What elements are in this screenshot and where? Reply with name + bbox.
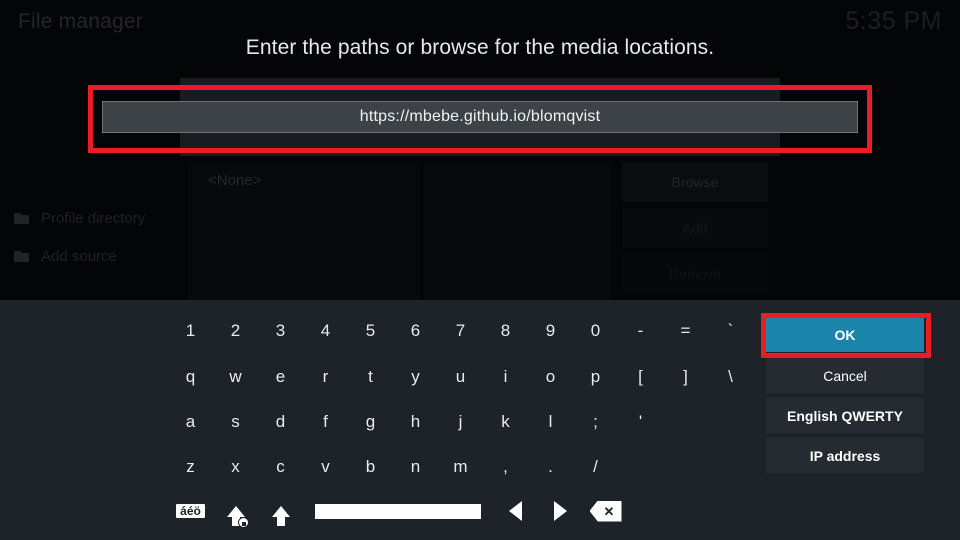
key-apostrophe[interactable]: ': [618, 404, 663, 440]
add-button[interactable]: Add: [622, 208, 768, 248]
arrow-stem: [276, 516, 285, 526]
clock: 5:35 PM: [845, 7, 942, 35]
ok-button[interactable]: OK: [766, 318, 924, 352]
caps-lock-icon: [226, 505, 249, 528]
keyboard-row-2: q w e r t y u i o p [ ] \: [168, 359, 768, 395]
key-d[interactable]: d: [258, 404, 303, 440]
key-w[interactable]: w: [213, 359, 258, 395]
key-g[interactable]: g: [348, 404, 393, 440]
key-o[interactable]: o: [528, 359, 573, 395]
key-i[interactable]: i: [483, 359, 528, 395]
dialog-heading: Enter the paths or browse for the media …: [245, 36, 715, 59]
backspace-icon: ✕: [589, 500, 622, 522]
key-equals[interactable]: =: [663, 313, 708, 349]
key-n[interactable]: n: [393, 449, 438, 485]
url-input[interactable]: https://mbebe.github.io/blomqvist: [102, 101, 858, 133]
keyboard-layout-button[interactable]: English QWERTY: [766, 398, 924, 433]
key-u[interactable]: u: [438, 359, 483, 395]
page-title: File manager: [18, 10, 143, 33]
key-t[interactable]: t: [348, 359, 393, 395]
key-0[interactable]: 0: [573, 313, 618, 349]
key-bracket-left[interactable]: [: [618, 359, 663, 395]
key-4[interactable]: 4: [303, 313, 348, 349]
accents-icon: áéö: [176, 504, 205, 518]
cursor-right-key[interactable]: [538, 494, 583, 528]
key-q[interactable]: q: [168, 359, 213, 395]
arrow-left-icon: [509, 501, 522, 521]
key-5[interactable]: 5: [348, 313, 393, 349]
key-minus[interactable]: -: [618, 313, 663, 349]
shift-key[interactable]: [258, 494, 303, 528]
key-h[interactable]: h: [393, 404, 438, 440]
key-c[interactable]: c: [258, 449, 303, 485]
key-a[interactable]: a: [168, 404, 213, 440]
key-x[interactable]: x: [213, 449, 258, 485]
key-backslash[interactable]: \: [708, 359, 753, 395]
key-9[interactable]: 9: [528, 313, 573, 349]
sidebar-item-profile-directory[interactable]: Profile directory: [14, 210, 145, 227]
key-p[interactable]: p: [573, 359, 618, 395]
backspace-key[interactable]: ✕: [583, 494, 628, 528]
key-k[interactable]: k: [483, 404, 528, 440]
key-s[interactable]: s: [213, 404, 258, 440]
key-r[interactable]: r: [303, 359, 348, 395]
sidebar-item-label: Profile directory: [41, 210, 146, 227]
key-3[interactable]: 3: [258, 313, 303, 349]
key-2[interactable]: 2: [213, 313, 258, 349]
key-period[interactable]: .: [528, 449, 573, 485]
browse-button[interactable]: Browse: [622, 162, 768, 202]
cancel-button[interactable]: Cancel: [766, 358, 924, 393]
key-6[interactable]: 6: [393, 313, 438, 349]
caps-lock-key[interactable]: [213, 494, 258, 528]
backspace-x-glyph: ✕: [603, 503, 615, 519]
kodi-screen: File manager 5:35 PM Profile directory A…: [0, 0, 960, 540]
key-comma[interactable]: ,: [483, 449, 528, 485]
key-1[interactable]: 1: [168, 313, 213, 349]
key-m[interactable]: m: [438, 449, 483, 485]
key-8[interactable]: 8: [483, 313, 528, 349]
keyboard-row-1: 1 2 3 4 5 6 7 8 9 0 - = `: [168, 313, 768, 349]
folder-icon: [14, 213, 29, 224]
lock-icon: [237, 516, 249, 528]
folder-icon: [14, 251, 29, 262]
key-z[interactable]: z: [168, 449, 213, 485]
keyboard-row-3: a s d f g h j k l ; ': [168, 404, 768, 440]
sidebar-item-label: Add source: [41, 248, 117, 265]
key-b[interactable]: b: [348, 449, 393, 485]
key-7[interactable]: 7: [438, 313, 483, 349]
key-j[interactable]: j: [438, 404, 483, 440]
cursor-left-key[interactable]: [493, 494, 538, 528]
key-f[interactable]: f: [303, 404, 348, 440]
space-key[interactable]: [303, 494, 493, 528]
key-bracket-right[interactable]: ]: [663, 359, 708, 395]
space-bar-icon: [315, 503, 481, 519]
key-e[interactable]: e: [258, 359, 303, 395]
key-y[interactable]: y: [393, 359, 438, 395]
accents-key[interactable]: áéö: [168, 494, 213, 528]
remove-button[interactable]: Remove: [622, 254, 768, 294]
arrow-right-icon: [554, 501, 567, 521]
key-v[interactable]: v: [303, 449, 348, 485]
url-input-value: https://mbebe.github.io/blomqvist: [359, 108, 601, 125]
source-list-placeholder: <None>: [208, 172, 262, 189]
ip-address-button[interactable]: IP address: [766, 438, 924, 473]
shift-arrow-icon: [271, 505, 290, 526]
key-slash[interactable]: /: [573, 449, 618, 485]
key-semicolon[interactable]: ;: [573, 404, 618, 440]
keyboard-row-4: z x c v b n m , . /: [168, 449, 768, 485]
key-l[interactable]: l: [528, 404, 573, 440]
source-detail-panel: [424, 162, 610, 302]
keyboard-special-row: áéö ✕: [168, 494, 768, 528]
key-backtick[interactable]: `: [708, 313, 753, 349]
sidebar-item-add-source[interactable]: Add source: [14, 248, 117, 265]
